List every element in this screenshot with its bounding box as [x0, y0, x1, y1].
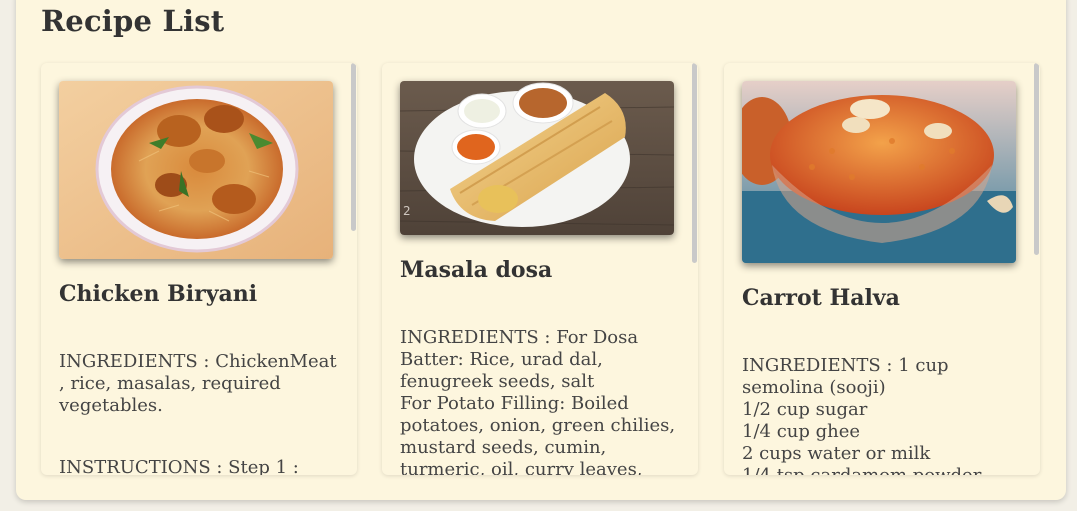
masala-dosa-image: 2: [400, 81, 674, 235]
recipe-card-chicken-biryani[interactable]: Chicken Biryani INGREDIENTS : ChickenMea…: [41, 63, 357, 475]
card-scrollbar[interactable]: [351, 63, 357, 475]
chicken-biryani-image: [59, 81, 333, 259]
recipe-name: Carrot Halva: [742, 285, 900, 311]
recipe-ingredients: INGREDIENTS : 1 cup semolina (sooji) 1/2…: [742, 355, 981, 475]
svg-text:2: 2: [403, 204, 411, 218]
recipe-name: Chicken Biryani: [59, 281, 258, 307]
scrollbar-thumb[interactable]: [1034, 63, 1039, 255]
recipe-card-carrot-halva[interactable]: Carrot Halva INGREDIENTS : 1 cup semolin…: [724, 63, 1040, 475]
recipe-ingredients: INGREDIENTS : ChickenMeat , rice, masala…: [59, 351, 337, 416]
page-title: Recipe List: [41, 4, 225, 38]
scrollbar-thumb[interactable]: [692, 63, 697, 263]
recipe-name: Masala dosa: [400, 257, 553, 283]
scrollbar-thumb[interactable]: [351, 63, 356, 231]
recipe-ingredients: INGREDIENTS : For Dosa Batter: Rice, ura…: [400, 327, 676, 475]
recipe-instructions: INSTRUCTIONS : Step 1 :: [59, 457, 299, 475]
card-scrollbar[interactable]: [692, 63, 698, 475]
recipe-card-masala-dosa[interactable]: 2 Masala dosa INGREDIENTS : For Dosa Bat…: [382, 63, 698, 475]
card-scrollbar[interactable]: [1034, 63, 1040, 475]
carrot-halva-image: [742, 81, 1016, 263]
